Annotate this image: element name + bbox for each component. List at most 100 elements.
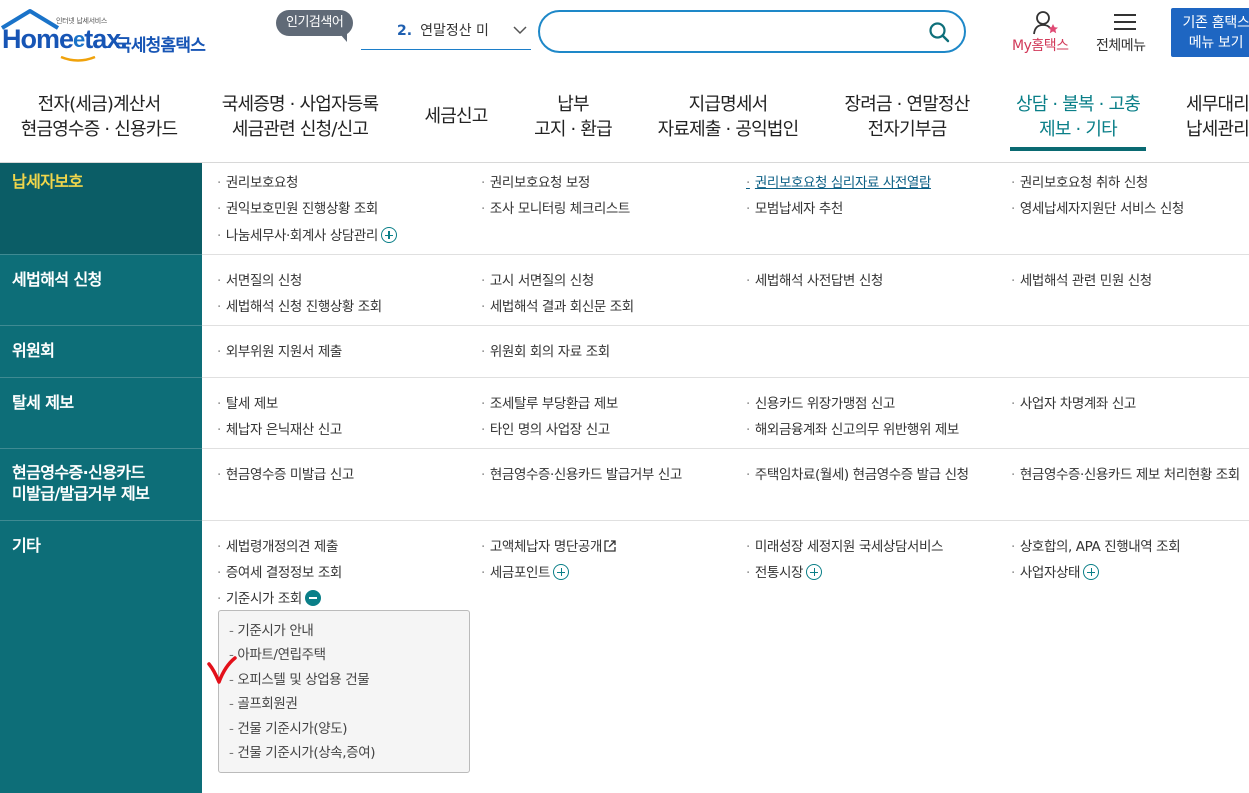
category-taxpayer-protection[interactable]: 납세자보호 — [12, 171, 83, 192]
all-menu-button[interactable]: 전체메뉴 — [1094, 10, 1158, 58]
category-tax-evasion-report[interactable]: 탈세 제보 — [12, 392, 74, 413]
minus-circle-icon[interactable] — [304, 590, 321, 606]
menu-link[interactable]: 권리보호요청 보정 — [481, 171, 590, 191]
menu-link[interactable]: 타인 명의 사업장 신고 — [481, 418, 610, 438]
plus-circle-icon[interactable] — [806, 564, 822, 580]
search-icon[interactable] — [928, 21, 950, 43]
menu-link-expandable[interactable]: 세금포인트 — [481, 561, 570, 581]
menu-link-external[interactable]: 고액체납자 명단공개 — [481, 535, 616, 555]
menu-link[interactable]: 권익보호민원 진행상황 조회 — [217, 197, 378, 217]
menu-link[interactable]: 세법령개정의견 제출 — [217, 535, 338, 555]
category-tax-law-interpretation[interactable]: 세법해석 신청 — [12, 269, 102, 290]
menu-link[interactable]: 탈세 제보 — [217, 392, 278, 412]
search-box — [538, 10, 966, 53]
menu-link[interactable]: 증여세 결정정보 조회 — [217, 561, 342, 581]
menu-link[interactable]: 미래성장 세정지원 국세상담서비스 — [746, 535, 943, 555]
popular-term: 연말정산 미 — [420, 23, 489, 39]
my-hometax-label: My홈택스 — [1012, 38, 1069, 54]
nav-label: 세금관련 신청/신고 — [231, 119, 369, 140]
nav-label: 세금신고 — [424, 106, 488, 127]
old-hometax-menu-button[interactable]: 기존 홈택스 메뉴 보기 — [1171, 8, 1249, 57]
nav-etax-invoice[interactable]: 전자(세금)계산서 현금영수증 · 신용카드 — [18, 92, 180, 142]
nav-payment-statement[interactable]: 지급명세서 자료제출 · 공익법인 — [654, 92, 802, 142]
user-icon — [1033, 11, 1058, 35]
plus-circle-icon[interactable] — [380, 227, 397, 243]
submenu-item[interactable]: 아파트/연립주택 — [229, 643, 469, 667]
nav-label: 상담 · 불복 · 고충 — [1015, 94, 1141, 115]
divider — [0, 448, 202, 449]
logo-korean-name: 국세청홈택스 — [116, 36, 206, 56]
old-home-line1: 기존 홈택스 — [1182, 15, 1249, 31]
nav-label: 제보 · 기타 — [1039, 119, 1118, 140]
menu-link[interactable]: 세법해석 관련 민원 신청 — [1011, 269, 1152, 289]
menu-link-visited[interactable]: 권리보호요청 심리자료 사전열람 — [746, 171, 931, 191]
menu-link-expandable[interactable]: 전통시장 — [746, 561, 822, 581]
menu-link[interactable]: 체납자 은닉재산 신고 — [217, 418, 342, 438]
submenu-item[interactable]: 건물 기준시가(상속,증여) — [229, 741, 469, 765]
menu-link[interactable]: 조사 모니터링 체크리스트 — [481, 197, 630, 217]
divider — [0, 520, 202, 521]
menu-link[interactable]: 현금영수증·신용카드 발급거부 신고 — [481, 463, 682, 483]
menu-link[interactable]: 모범납세자 추천 — [746, 197, 843, 217]
popular-search-select[interactable]: 2. 연말정산 미 — [361, 15, 531, 50]
menu-link[interactable]: 세법해석 사전답변 신청 — [746, 269, 883, 289]
divider — [202, 325, 1249, 326]
divider — [0, 325, 202, 326]
my-hometax-button[interactable]: My홈택스 — [1008, 10, 1084, 58]
nav-certificate-registration[interactable]: 국세증명 · 사업자등록세금관련 신청/신고 — [218, 92, 382, 142]
menu-link-label: 기준시가 조회 — [225, 591, 302, 607]
nav-label: 국세증명 · 사업자등록 — [221, 94, 379, 115]
standard-price-submenu: 기준시가 안내 아파트/연립주택 오피스텔 및 상업용 건물 골프회원권 건물 … — [218, 610, 470, 773]
hamburger-icon — [1114, 14, 1136, 30]
category-committee[interactable]: 위원회 — [12, 340, 55, 361]
menu-link[interactable]: 사업자 차명계좌 신고 — [1011, 392, 1136, 412]
nav-label: 자료제출 · 공익법인 — [657, 119, 800, 140]
nav-consult-appeal[interactable]: 상담 · 불복 · 고충제보 · 기타 — [1010, 92, 1146, 142]
menu-link-label: 고액체납자 명단공개 — [489, 539, 602, 555]
menu-link[interactable]: 세법해석 신청 진행상황 조회 — [217, 295, 382, 315]
hometax-logo[interactable]: 인터넷 납세서비스 Homeetax. 국세청홈택스 — [0, 6, 215, 62]
category-cash-receipt-report[interactable]: 현금영수증·신용카드 미발급/발급거부 제보 — [12, 462, 150, 504]
submenu-item[interactable]: 기준시가 안내 — [229, 619, 469, 643]
nav-incentive-yearend[interactable]: 장려금 · 연말정산 전자기부금 — [840, 92, 974, 142]
nav-payment[interactable]: 납부 고지 · 환급 — [528, 92, 618, 142]
logo-swoosh-icon — [60, 56, 96, 62]
plus-circle-icon[interactable] — [1083, 564, 1100, 580]
submenu-item[interactable]: 골프회원권 — [229, 692, 469, 716]
menu-link-expandable[interactable]: 사업자상태 — [1011, 561, 1100, 581]
chevron-down-icon — [513, 26, 527, 35]
nav-tax-filing[interactable]: 세금신고 — [420, 104, 492, 129]
divider — [0, 254, 202, 255]
menu-link[interactable]: 서면질의 신청 — [217, 269, 302, 289]
menu-link[interactable]: 현금영수증·신용카드 제보 처리현황 조회 — [1011, 463, 1249, 483]
menu-link[interactable]: 권리보호요청 — [217, 171, 299, 191]
menu-link-label: 세금포인트 — [489, 565, 551, 581]
menu-link[interactable]: 권리보호요청 취하 신청 — [1011, 171, 1148, 191]
divider — [202, 254, 1249, 255]
menu-link[interactable]: 현금영수증 미발급 신고 — [217, 463, 354, 483]
nav-label: 전자기부금 — [867, 119, 948, 140]
divider — [0, 377, 202, 378]
nav-label: 고지 · 환급 — [534, 119, 613, 140]
menu-link[interactable]: 고시 서면질의 신청 — [481, 269, 594, 289]
category-label: 현금영수증·신용카드 — [12, 463, 145, 482]
menu-link[interactable]: 상호합의, APA 진행내역 조회 — [1011, 535, 1181, 555]
menu-link[interactable]: 세법해석 결과 회신문 조회 — [481, 295, 634, 315]
menu-link-expandable[interactable]: 나눔세무사·회계사 상담관리 — [217, 224, 397, 244]
menu-link[interactable]: 신용카드 위장가맹점 신고 — [746, 392, 895, 412]
menu-link-expanded[interactable]: 기준시가 조회 — [217, 587, 321, 607]
popular-rank: 2. — [397, 23, 413, 39]
nav-tax-agent[interactable]: 세무대리 납세관리 — [1186, 92, 1249, 142]
menu-link[interactable]: 외부위원 지원서 제출 — [217, 340, 342, 360]
menu-link[interactable]: 위원회 회의 자료 조회 — [481, 340, 610, 360]
plus-circle-icon[interactable] — [553, 564, 570, 580]
submenu-item[interactable]: 건물 기준시가(양도) — [229, 717, 469, 741]
menu-link[interactable]: 해외금융계좌 신고의무 위반행위 제보 — [746, 418, 959, 438]
search-input[interactable] — [556, 20, 916, 44]
submenu-item[interactable]: 오피스텔 및 상업용 건물 — [229, 668, 469, 692]
nav-label: 전자(세금)계산서 — [37, 94, 162, 115]
category-etc[interactable]: 기타 — [12, 535, 41, 556]
menu-link[interactable]: 주택임차료(월세) 현금영수증 발급 신청 — [746, 463, 969, 483]
menu-link[interactable]: 영세납세자지원단 서비스 신청 — [1011, 197, 1184, 217]
menu-link[interactable]: 조세탈루 부당환급 제보 — [481, 392, 618, 412]
